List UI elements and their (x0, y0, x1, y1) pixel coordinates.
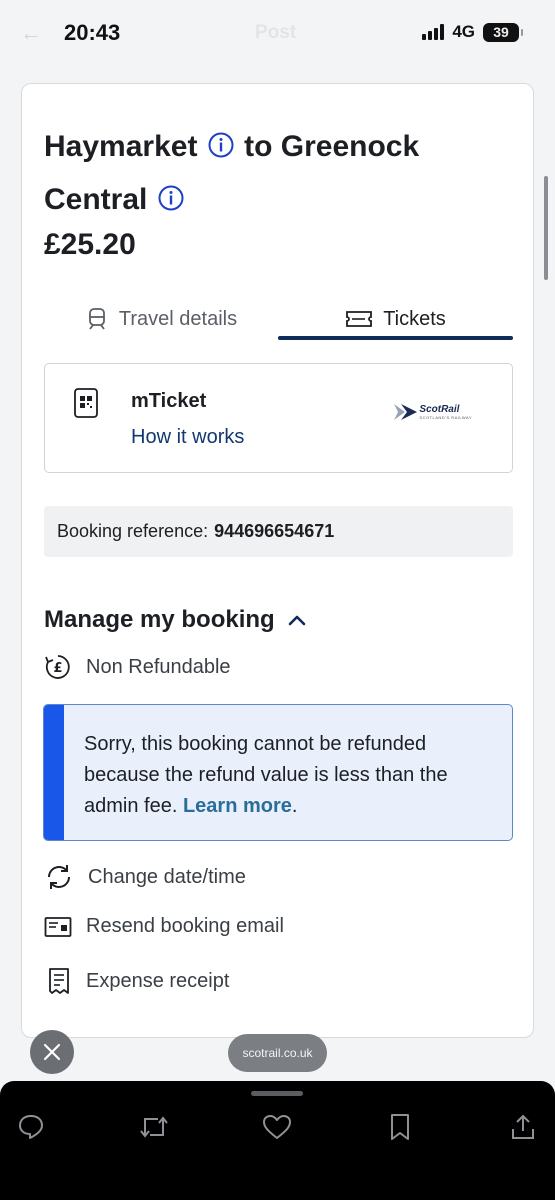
share-icon[interactable] (507, 1111, 539, 1143)
destination-station: Central (44, 183, 148, 216)
info-icon[interactable] (208, 132, 234, 158)
expense-receipt-action[interactable]: Expense receipt (44, 967, 229, 995)
status-bar: ← 20:43 Post 4G 39 (0, 0, 555, 62)
signal-icon (422, 24, 445, 40)
heart-icon[interactable] (261, 1111, 293, 1143)
close-icon (43, 1043, 61, 1061)
ticket-type-box: mTicket How it works ScotRail SCOTLAND'S… (44, 363, 513, 473)
info-icon[interactable] (158, 185, 184, 211)
origin-station: Haymarket (44, 130, 198, 163)
refund-status-label: Non Refundable (86, 655, 231, 678)
logo-subtext: SCOTLAND'S RAILWAY (419, 414, 472, 420)
tab-bar: Travel details Tickets (44, 296, 513, 342)
back-arrow-icon[interactable]: ← (20, 20, 42, 46)
refund-alert: Sorry, this booking cannot be refunded b… (43, 704, 513, 841)
drag-handle[interactable] (251, 1091, 303, 1096)
manage-booking-toggle[interactable]: Manage my booking (44, 606, 307, 634)
alert-trailing: . (291, 795, 298, 817)
tab-travel-details[interactable]: Travel details (44, 296, 278, 342)
scrollbar[interactable] (544, 176, 548, 280)
to-destination: to Greenock (244, 130, 420, 163)
active-tab-indicator (278, 336, 513, 340)
mobile-qr-icon (74, 388, 98, 418)
scotrail-logo-mark (394, 404, 418, 420)
logo-text: ScotRail (419, 403, 460, 415)
reference-label: Booking reference: (57, 521, 209, 541)
refresh-icon (48, 865, 70, 889)
battery-level: 39 (493, 24, 509, 40)
email-icon (44, 916, 72, 937)
refund-status: £ Non Refundable (44, 653, 231, 681)
status-indicators: 4G 39 (422, 22, 523, 42)
status-time: 20:43 (64, 20, 121, 45)
action-label: Change date/time (88, 865, 246, 888)
svg-text:£: £ (53, 661, 62, 676)
price: £25.20 (44, 228, 136, 261)
bookmark-icon[interactable] (384, 1111, 416, 1143)
network-label: 4G (452, 22, 475, 41)
scotrail-logo: ScotRail SCOTLAND'S RAILWAY (393, 402, 472, 422)
ticket-icon (346, 311, 373, 327)
journey-title: Haymarket to Greenock Central (44, 120, 484, 226)
tab-label: Travel details (118, 307, 238, 330)
battery-icon: 39 (483, 22, 523, 42)
learn-more-link[interactable]: Learn more (183, 795, 292, 817)
booking-card: Haymarket to Greenock Central £25.20 Tra… (21, 83, 534, 1038)
reply-icon[interactable] (15, 1111, 47, 1143)
change-date-time-action[interactable]: Change date/time (44, 863, 246, 891)
repost-icon[interactable] (138, 1111, 170, 1143)
status-ghost-title: Post (255, 22, 297, 43)
alert-accent-bar (44, 705, 64, 840)
manage-booking-title: Manage my booking (44, 606, 275, 633)
booking-reference: Booking reference: 944696654671 (44, 506, 513, 557)
tab-label: Tickets (383, 307, 446, 330)
alert-message: Sorry, this booking cannot be refunded b… (84, 729, 499, 822)
url-pill[interactable]: scotrail.co.uk (228, 1034, 327, 1072)
resend-email-action[interactable]: Resend booking email (44, 915, 284, 938)
train-icon (88, 308, 105, 330)
reference-number: 944696654671 (214, 521, 335, 541)
how-it-works-link[interactable]: How it works (131, 426, 244, 449)
chevron-up-icon (288, 615, 306, 626)
receipt-icon (49, 968, 69, 994)
refund-pound-icon: £ (45, 655, 70, 679)
action-label: Resend booking email (86, 915, 284, 937)
close-button[interactable] (30, 1030, 74, 1074)
ticket-name: mTicket (131, 390, 207, 412)
action-label: Expense receipt (86, 969, 230, 992)
bottom-action-bar (0, 1081, 555, 1200)
